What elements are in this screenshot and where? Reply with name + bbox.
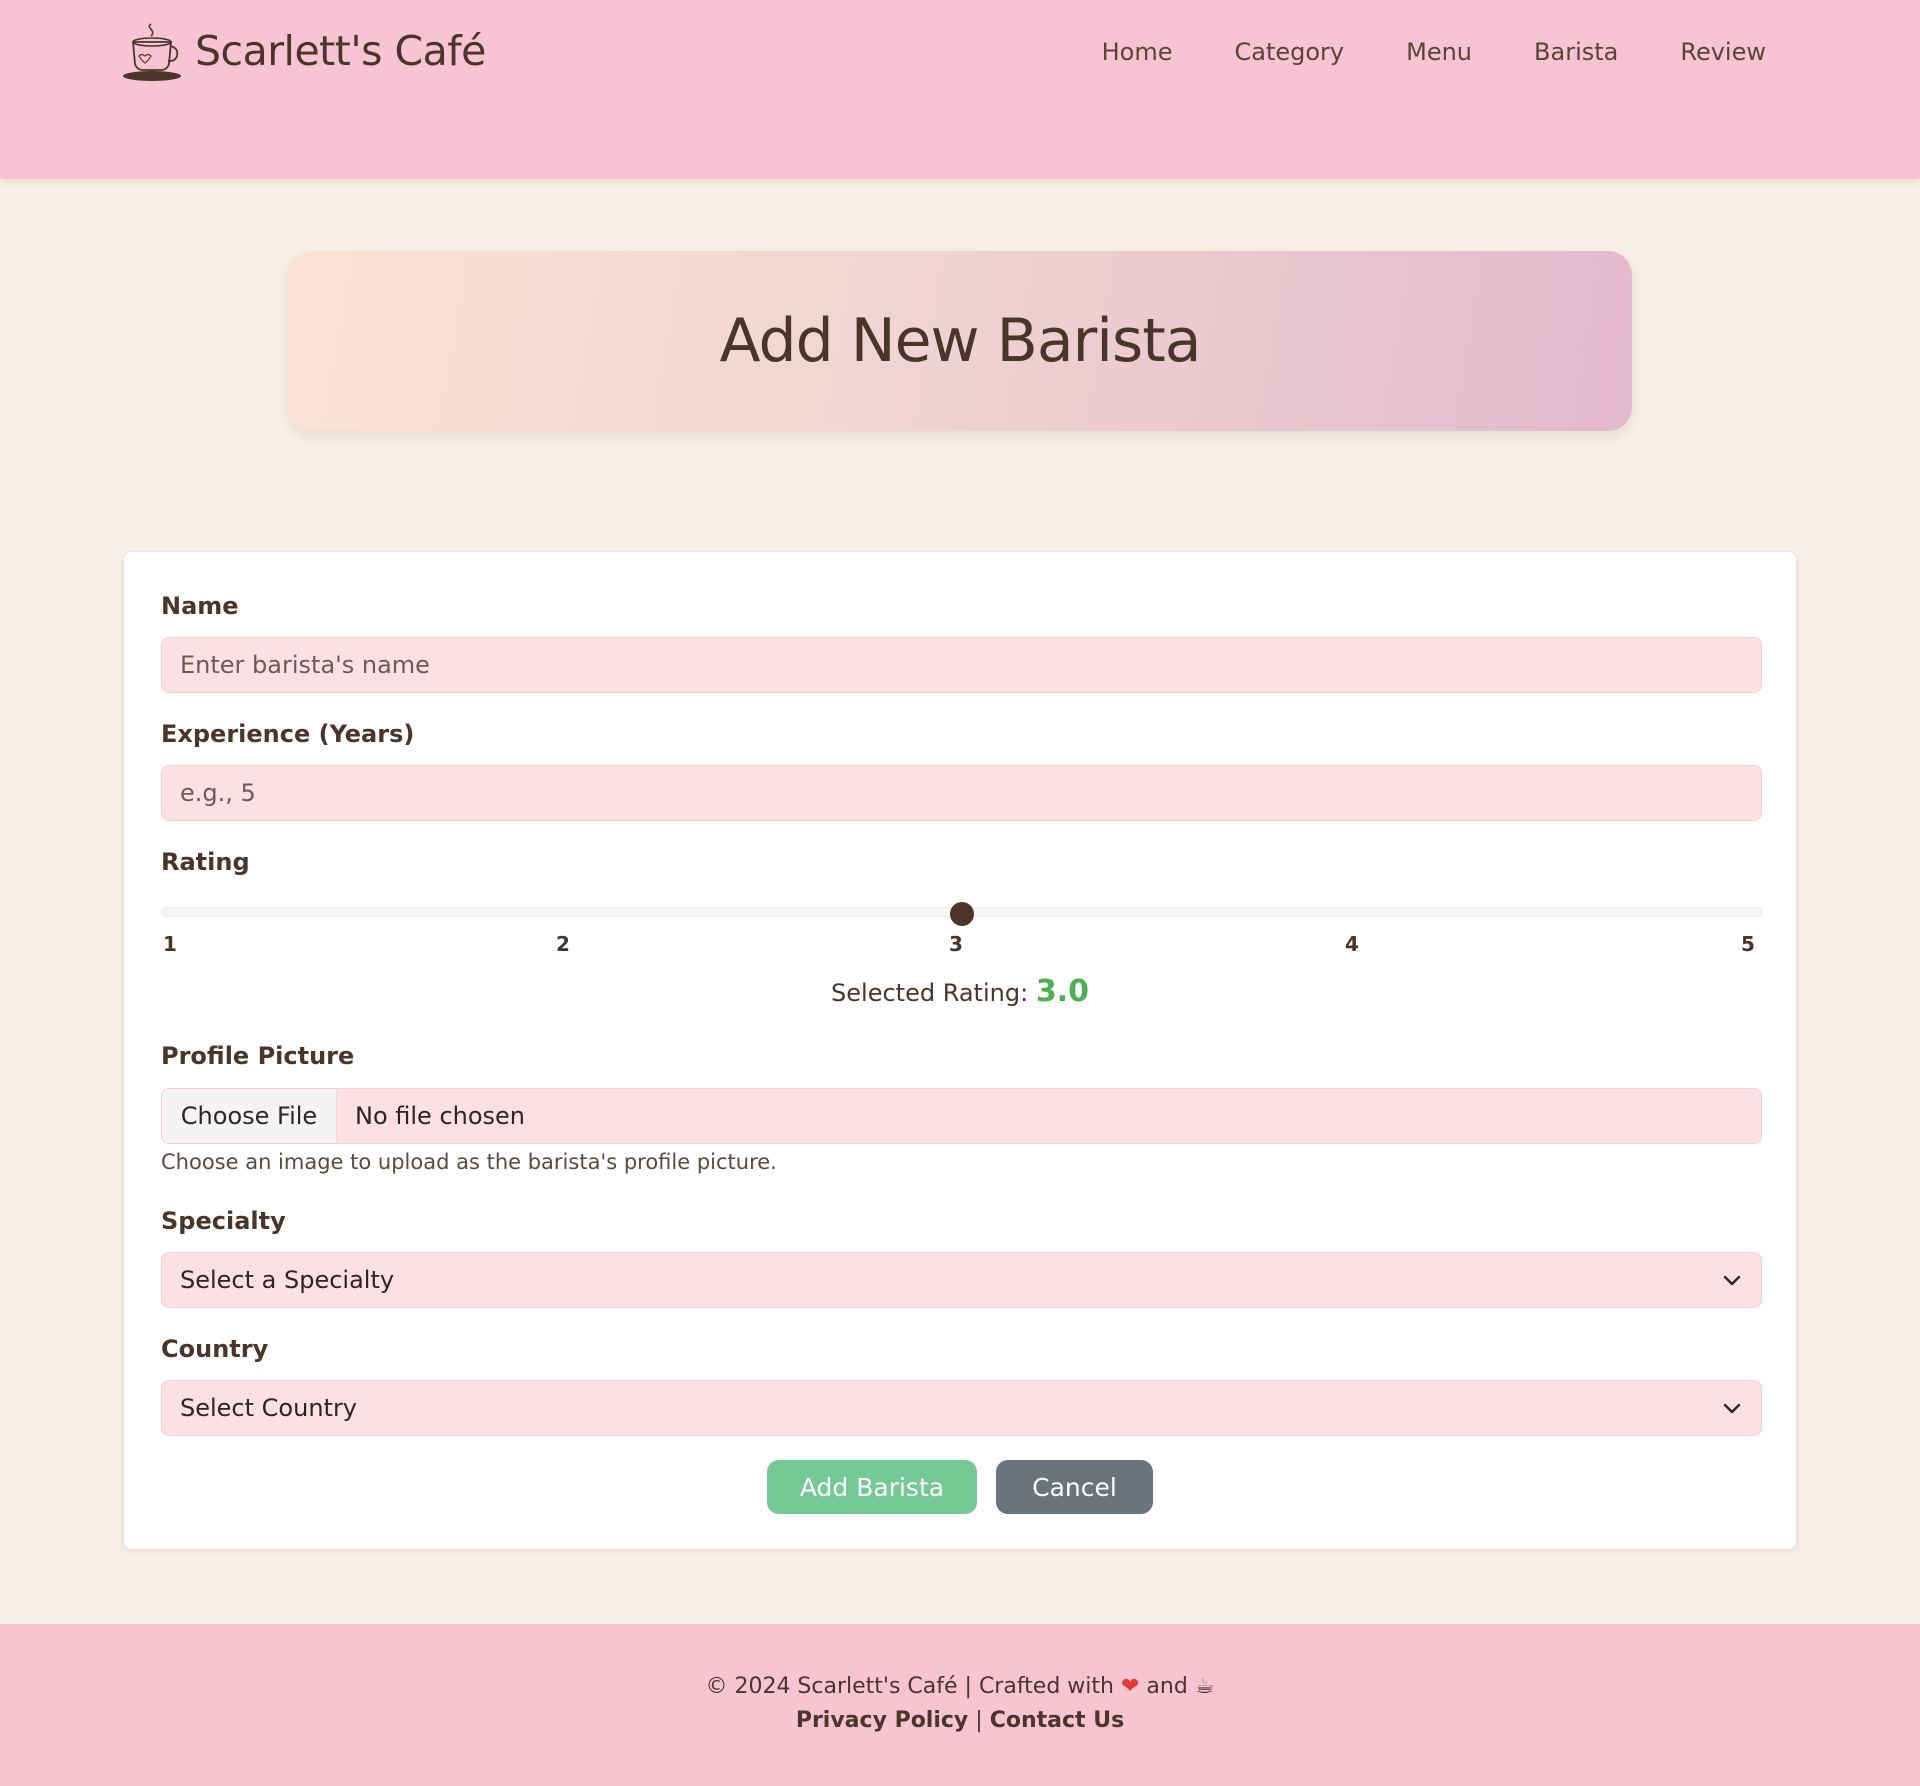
add-barista-form: Name Experience (Years) Rating 1 2 3 4 5… — [123, 551, 1797, 1550]
experience-label: Experience (Years) — [161, 720, 415, 748]
footer-copyright: © 2024 Scarlett's Café | Crafted with ❤ … — [0, 1674, 1920, 1699]
file-status: No file chosen — [355, 1102, 526, 1130]
site-footer: © 2024 Scarlett's Café | Crafted with ❤ … — [0, 1624, 1920, 1786]
chevron-down-icon — [1723, 1403, 1741, 1414]
selected-rating-value: 3.0 — [1035, 974, 1089, 1009]
selected-rating: Selected Rating: 3.0 — [124, 974, 1796, 1009]
nav-menu[interactable]: Menu — [1406, 36, 1472, 68]
selected-rating-label: Selected Rating: — [831, 979, 1029, 1007]
nav-category[interactable]: Category — [1234, 36, 1344, 68]
rating-label: Rating — [161, 848, 250, 876]
country-label: Country — [161, 1335, 269, 1363]
nav-home[interactable]: Home — [1102, 36, 1173, 68]
footer-links: Privacy Policy | Contact Us — [0, 1708, 1920, 1733]
page-banner: Add New Barista — [288, 251, 1632, 431]
site-header: Scarlett's Café Home Category Menu Baris… — [0, 0, 1920, 179]
page-title: Add New Barista — [719, 306, 1202, 376]
coffee-cup-icon — [123, 23, 181, 81]
country-select-value: Select Country — [180, 1394, 358, 1422]
rating-tick-3: 3 — [949, 932, 963, 956]
and-text: and — [1146, 1674, 1188, 1699]
experience-input[interactable] — [161, 765, 1762, 821]
nav-review[interactable]: Review — [1680, 36, 1766, 68]
contact-us-link[interactable]: Contact Us — [990, 1708, 1124, 1733]
profile-picture-label: Profile Picture — [161, 1042, 355, 1070]
rating-tick-2: 2 — [556, 932, 570, 956]
brand[interactable]: Scarlett's Café — [121, 18, 486, 84]
specialty-label: Specialty — [161, 1207, 286, 1235]
country-select[interactable]: Select Country — [161, 1380, 1762, 1436]
footer-separator: | — [975, 1708, 983, 1733]
coffee-icon: ☕ — [1194, 1674, 1215, 1699]
chevron-down-icon — [1723, 1275, 1741, 1286]
copyright-text: © 2024 Scarlett's Café | Crafted with — [705, 1674, 1114, 1699]
profile-picture-input[interactable]: Choose File No file chosen — [161, 1088, 1762, 1144]
rating-slider-thumb[interactable] — [949, 902, 974, 926]
rating-tick-5: 5 — [1741, 932, 1755, 956]
choose-file-button[interactable]: Choose File — [162, 1089, 337, 1143]
main-nav: Home Category Menu Barista Review — [1102, 36, 1766, 68]
rating-tick-1: 1 — [163, 932, 177, 956]
privacy-policy-link[interactable]: Privacy Policy — [796, 1708, 968, 1733]
add-barista-button[interactable]: Add Barista — [767, 1460, 977, 1514]
rating-tick-4: 4 — [1345, 932, 1359, 956]
specialty-select[interactable]: Select a Specialty — [161, 1252, 1762, 1308]
heart-icon: ❤ — [1120, 1674, 1140, 1699]
name-label: Name — [161, 592, 239, 620]
specialty-select-value: Select a Specialty — [180, 1266, 395, 1294]
nav-barista[interactable]: Barista — [1534, 36, 1618, 68]
profile-picture-help: Choose an image to upload as the barista… — [161, 1150, 777, 1174]
cancel-button[interactable]: Cancel — [996, 1460, 1153, 1514]
name-input[interactable] — [161, 637, 1762, 693]
brand-name: Scarlett's Café — [195, 27, 486, 75]
